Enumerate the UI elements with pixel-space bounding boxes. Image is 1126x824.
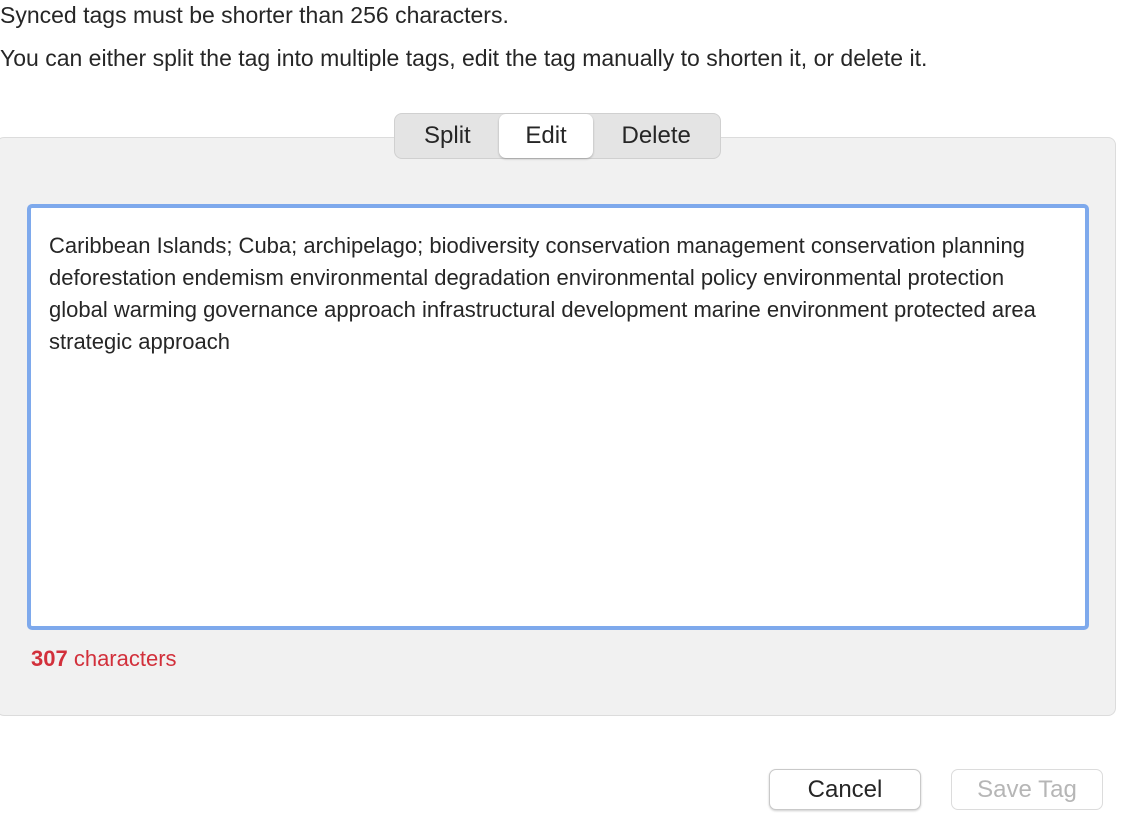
save-tag-button[interactable]: Save Tag bbox=[951, 769, 1103, 810]
character-counter: 307 characters bbox=[31, 645, 177, 673]
tab-delete[interactable]: Delete bbox=[593, 114, 719, 158]
character-count: 307 bbox=[31, 646, 68, 671]
instruction-message: You can either split the tag into multip… bbox=[0, 45, 928, 71]
warning-message: Synced tags must be shorter than 256 cha… bbox=[0, 2, 509, 28]
tab-split[interactable]: Split bbox=[396, 114, 499, 158]
mode-segmented-control: Split Edit Delete bbox=[394, 113, 721, 159]
tab-edit[interactable]: Edit bbox=[498, 114, 594, 158]
tag-text-editor[interactable]: Caribbean Islands; Cuba; archipelago; bi… bbox=[27, 204, 1089, 630]
character-count-suffix: characters bbox=[67, 646, 177, 671]
tag-length-dialog: Synced tags must be shorter than 256 cha… bbox=[0, 0, 1126, 824]
cancel-button[interactable]: Cancel bbox=[769, 769, 921, 810]
